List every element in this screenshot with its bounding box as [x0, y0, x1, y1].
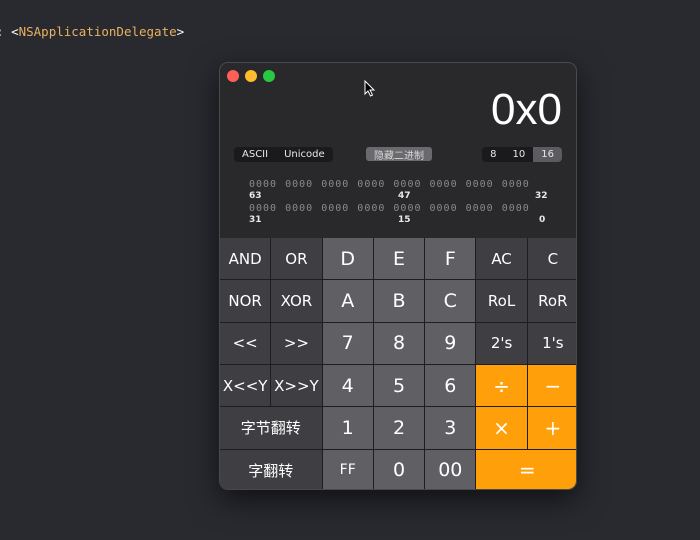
traffic-lights	[227, 70, 275, 82]
key-19[interactable]: 2's	[476, 322, 527, 364]
base-10[interactable]: 10	[505, 147, 534, 162]
key-30[interactable]: 2	[373, 407, 425, 449]
close-button[interactable]	[227, 70, 239, 82]
protocol-name: NSApplicationDelegate	[18, 24, 177, 39]
binary-row-high[interactable]: 0000 0000 0000 0000 0000 0000 0000 0000	[249, 179, 530, 190]
key-3[interactable]: E	[373, 238, 425, 280]
key-38[interactable]: =	[476, 449, 576, 489]
key-23[interactable]: 4	[322, 364, 373, 407]
key-10[interactable]: B	[373, 280, 425, 322]
key-18[interactable]: 9	[425, 322, 476, 364]
minimize-button[interactable]	[245, 70, 257, 82]
code-colon: :	[0, 24, 4, 39]
key-34[interactable]: 字翻转	[220, 449, 322, 489]
bit-label-32: 32	[535, 191, 548, 201]
key-20[interactable]: 1's	[527, 322, 576, 364]
key-8[interactable]: XOR	[271, 280, 322, 322]
key-4[interactable]: F	[425, 238, 476, 280]
key-11[interactable]: C	[425, 280, 476, 322]
key-29[interactable]: 1	[322, 407, 373, 449]
bit-label-47: 47	[398, 191, 411, 201]
mouse-cursor-icon	[364, 80, 376, 97]
bit-label-63: 63	[249, 191, 262, 201]
key-32[interactable]: ×	[476, 407, 527, 449]
key-9[interactable]: A	[322, 280, 373, 322]
encoding-toggle: ASCII Unicode	[234, 147, 333, 162]
key-26[interactable]: ÷	[476, 364, 527, 407]
encoding-ascii[interactable]: ASCII	[234, 147, 276, 162]
key-13[interactable]: RoR	[527, 280, 576, 322]
key-25[interactable]: 6	[425, 364, 476, 407]
hide-binary-button[interactable]: 隐藏二进制	[366, 147, 432, 162]
calculator-window: 0x0 ASCII Unicode 隐藏二进制 8 10 16 0000 000…	[219, 62, 577, 490]
code-angle-open: <	[11, 24, 19, 39]
key-22[interactable]: X>>Y	[271, 364, 322, 407]
key-27[interactable]: −	[527, 364, 576, 407]
binary-row-low[interactable]: 0000 0000 0000 0000 0000 0000 0000 0000	[249, 203, 530, 214]
key-12[interactable]: RoL	[476, 280, 527, 322]
key-14[interactable]: <<	[220, 322, 271, 364]
key-0[interactable]: AND	[220, 238, 271, 280]
key-31[interactable]: 3	[425, 407, 476, 449]
key-24[interactable]: 5	[373, 364, 425, 407]
bit-label-31: 31	[249, 215, 262, 225]
zoom-button[interactable]	[263, 70, 275, 82]
key-2[interactable]: D	[322, 238, 373, 280]
key-16[interactable]: 7	[322, 322, 373, 364]
code-line: : <NSApplicationDelegate>	[0, 24, 184, 39]
code-angle-close: >	[176, 24, 185, 39]
base-16[interactable]: 16	[533, 147, 562, 162]
key-36[interactable]: 0	[373, 449, 425, 489]
key-21[interactable]: X<<Y	[220, 364, 271, 407]
key-6[interactable]: C	[527, 238, 576, 280]
key-7[interactable]: NOR	[220, 280, 271, 322]
bit-label-15: 15	[398, 215, 411, 225]
key-37[interactable]: 00	[425, 449, 476, 489]
key-28[interactable]: 字节翻转	[220, 407, 322, 449]
base-toggle: 8 10 16	[482, 147, 562, 162]
key-17[interactable]: 8	[373, 322, 425, 364]
key-15[interactable]: >>	[271, 322, 322, 364]
key-5[interactable]: AC	[476, 238, 527, 280]
base-8[interactable]: 8	[482, 147, 504, 162]
key-33[interactable]: +	[527, 407, 576, 449]
bit-label-0: 0	[539, 215, 546, 225]
key-35[interactable]: FF	[322, 449, 373, 489]
key-1[interactable]: OR	[271, 238, 322, 280]
result-display: 0x0	[491, 85, 562, 134]
encoding-unicode[interactable]: Unicode	[276, 147, 333, 162]
keypad: AND OR D E F AC C NOR XOR A B C RoL RoR << >> 7 8 9 2's 1's X…	[220, 238, 576, 489]
